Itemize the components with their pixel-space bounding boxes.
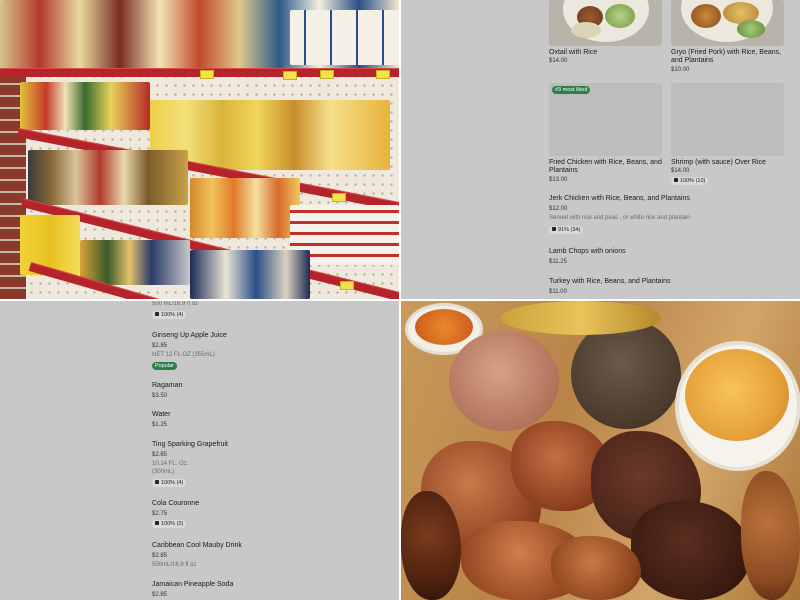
item-description: 500mL/16.9 fl oz (152, 562, 197, 568)
like-rating-badge: 100% (3) (152, 520, 187, 528)
like-rating-badge: 91% (34) (549, 226, 584, 234)
grocery-shelf-photo (0, 0, 399, 299)
food-photo-placeholder (671, 83, 784, 156)
shelf-price-tag (200, 70, 214, 79)
item-name: Oxtail with Rice (549, 49, 598, 56)
item-name: Ginseng Up Apple Juice (152, 332, 227, 339)
item-price: $14.00 (549, 58, 568, 64)
food-photo (549, 0, 662, 46)
sauce (415, 309, 473, 345)
item-name: Caribbean Cool Mauby Drink (152, 542, 242, 549)
item-price: $14.00 (671, 168, 690, 174)
most-liked-badge: #3 most liked (552, 86, 591, 94)
menu-list-item-mauby[interactable]: Caribbean Cool Mauby Drink $2.85 500mL/1… (152, 542, 372, 572)
item-name: Jerk Chicken with Rice, Beans, and Plant… (549, 195, 690, 202)
food-photo (671, 0, 784, 46)
menu-list-item-cola-couronne[interactable]: Cola Couronne $2.75 100% (3) (152, 500, 372, 532)
menu-card-fried-chicken[interactable]: #3 most liked Fried Chicken with Rice, B… (549, 83, 662, 183)
item-name: Gryo (Fried Pork) with Rice, Beans, and … (671, 49, 782, 64)
menu-panel-drinks: 500 mL/16.9 fl oz 100% (4) Ginseng Up Ap… (0, 301, 399, 600)
like-rating-badge: 100% (4) (152, 311, 187, 319)
menu-list-item-ting[interactable]: Ting Sparking Grapefruit $2.85 10.14 FL.… (152, 441, 372, 489)
item-price: $3.50 (152, 393, 168, 399)
menu-list-item-partial[interactable]: 500 mL/16.9 fl oz 100% (4) (152, 301, 352, 321)
item-price: $10.00 (671, 67, 690, 73)
thumbs-up-icon (155, 312, 159, 316)
item-name: Water (152, 411, 171, 418)
shelf-photo-background (0, 0, 399, 299)
item-name: Fried Chicken with Rice, Beans, and Plan… (549, 159, 662, 174)
thumbs-up-icon (552, 227, 556, 231)
item-price: $2.75 (152, 511, 168, 517)
item-price: $2.85 (152, 592, 168, 598)
item-description: Served with rice and peas , or white ric… (549, 215, 690, 221)
like-rating-badge: 100% (10) (671, 177, 709, 185)
food-platter-photo (401, 301, 800, 600)
thumbs-up-icon (155, 521, 159, 525)
menu-list-item-turkey[interactable]: Turkey with Rice, Beans, and Plantains $… (549, 278, 789, 298)
shelf-price-tag (376, 70, 390, 79)
item-name: Turkey with Rice, Beans, and Plantains (549, 278, 671, 285)
item-description: NET 12 FL OZ (355mL) (152, 352, 215, 358)
shelf-price-tag (283, 71, 297, 80)
black-rice (571, 319, 681, 429)
menu-card-shrimp[interactable]: Shrimp (with sauce) Over Rice $14.00 100… (671, 83, 784, 188)
item-description: 500 mL/16.9 fl oz (152, 301, 199, 307)
menu-list-item-pineapple-soda[interactable]: Jamaican Pineapple Soda $2.85 (152, 581, 372, 600)
menu-panel-entrees: Oxtail with Rice $14.00 Gryo (Fried Pork… (401, 0, 800, 299)
shelf-price-tag (320, 70, 334, 79)
menu-list-item-lamb-chops[interactable]: Lamb Chops with onions $11.25 (549, 248, 789, 268)
item-name: Jamaican Pineapple Soda (152, 581, 234, 588)
item-description: (300mL) (152, 469, 175, 475)
menu-list-item-ragaman[interactable]: Ragaman $3.50 (152, 382, 372, 402)
item-price: $11.00 (549, 289, 567, 295)
menu-card-gryo[interactable]: Gryo (Fried Pork) with Rice, Beans, and … (671, 0, 784, 75)
item-name: Cola Couronne (152, 500, 200, 507)
item-name: Shrimp (with sauce) Over Rice (671, 159, 766, 166)
mac-and-cheese (685, 349, 789, 441)
shelf-price-tag (332, 193, 346, 202)
item-description: 10.14 FL. Oz. (152, 461, 189, 467)
item-price: $12.00 (549, 206, 568, 212)
menu-list-item-water[interactable]: Water $1.25 (152, 411, 372, 431)
rice-and-beans (449, 331, 559, 431)
popular-tag: Popular (152, 362, 177, 370)
menu-list-item-jerk-chicken[interactable]: Jerk Chicken with Rice, Beans, and Plant… (549, 195, 789, 237)
collage-divider-horizontal (0, 299, 800, 301)
item-price: $13.00 (549, 177, 568, 183)
plantains (501, 301, 661, 335)
item-name: Lamb Chops with onions (549, 248, 626, 255)
shelf-price-tag (340, 281, 354, 290)
item-price: $1.25 (152, 422, 168, 428)
like-rating-badge: 100% (4) (152, 479, 187, 487)
thumbs-up-icon (155, 480, 159, 484)
item-price: $2.85 (152, 343, 168, 349)
thumbs-up-icon (674, 178, 678, 182)
item-name: Ragaman (152, 382, 183, 389)
item-price: $2.85 (152, 553, 168, 559)
menu-card-oxtail[interactable]: Oxtail with Rice $14.00 (549, 0, 662, 70)
item-name: Ting Sparking Grapefruit (152, 441, 228, 448)
menu-list-item-ginseng-up[interactable]: Ginseng Up Apple Juice $2.85 NET 12 FL O… (152, 332, 372, 372)
item-price: $11.25 (549, 259, 567, 265)
item-price: $2.85 (152, 452, 168, 458)
